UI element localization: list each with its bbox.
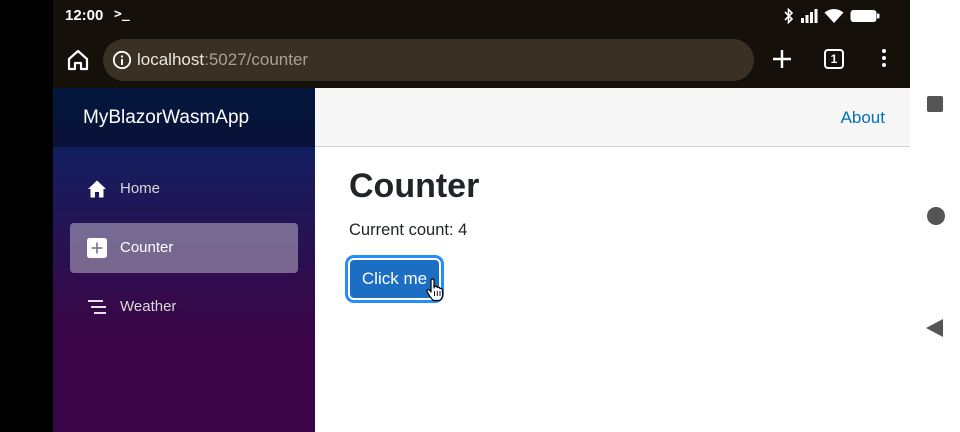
plus-icon[interactable] [769, 46, 795, 72]
left-bezel [0, 0, 53, 432]
page-title: Counter [349, 167, 480, 205]
list-icon [88, 300, 106, 314]
url-host: localhost [137, 50, 205, 69]
wifi-icon [824, 9, 844, 23]
top-row: About [315, 88, 910, 147]
sidebar-item-counter[interactable]: Counter [70, 223, 298, 273]
home-icon [88, 180, 106, 198]
browser-toolbar: localhost:5027/counter 1 [53, 32, 910, 88]
sidebar: MyBlazorWasmApp Home Counter Weather [53, 88, 315, 432]
status-icons [784, 7, 880, 25]
tabs-icon[interactable]: 1 [824, 49, 844, 69]
android-nav-bar [910, 0, 960, 432]
url-path: :5027/counter [204, 50, 309, 69]
battery-icon [850, 10, 880, 22]
sidebar-item-label: Weather [120, 298, 177, 315]
sidebar-item-weather[interactable]: Weather [70, 282, 298, 332]
sidebar-item-label: Home [120, 180, 161, 197]
sidebar-item-label: Counter [120, 239, 174, 256]
plus-square-icon [87, 238, 107, 258]
brand-link[interactable]: MyBlazorWasmApp [83, 107, 249, 129]
bluetooth-icon [784, 8, 794, 24]
signal-icon [801, 9, 818, 23]
address-bar[interactable]: localhost:5027/counter [103, 39, 754, 81]
sidebar-item-home[interactable]: Home [70, 164, 298, 214]
home-icon[interactable] [65, 47, 91, 73]
about-link[interactable]: About [841, 108, 885, 128]
sidebar-header: MyBlazorWasmApp [53, 88, 315, 147]
home-circle-icon[interactable] [927, 207, 945, 225]
phone-screen: 12:00 >_ localhost:5027/counter 1 MyBlaz… [53, 0, 910, 432]
back-icon[interactable] [926, 319, 943, 337]
url-text[interactable]: localhost:5027/counter [137, 50, 308, 70]
more-vert-icon[interactable] [879, 46, 889, 72]
status-time: 12:00 [65, 7, 104, 24]
hand-cursor-icon [426, 278, 444, 302]
terminal-icon: >_ [114, 7, 130, 22]
info-icon[interactable] [112, 50, 132, 70]
status-bar: 12:00 >_ [53, 0, 910, 32]
recents-icon[interactable] [927, 96, 943, 112]
current-count-text: Current count: 4 [349, 221, 468, 239]
